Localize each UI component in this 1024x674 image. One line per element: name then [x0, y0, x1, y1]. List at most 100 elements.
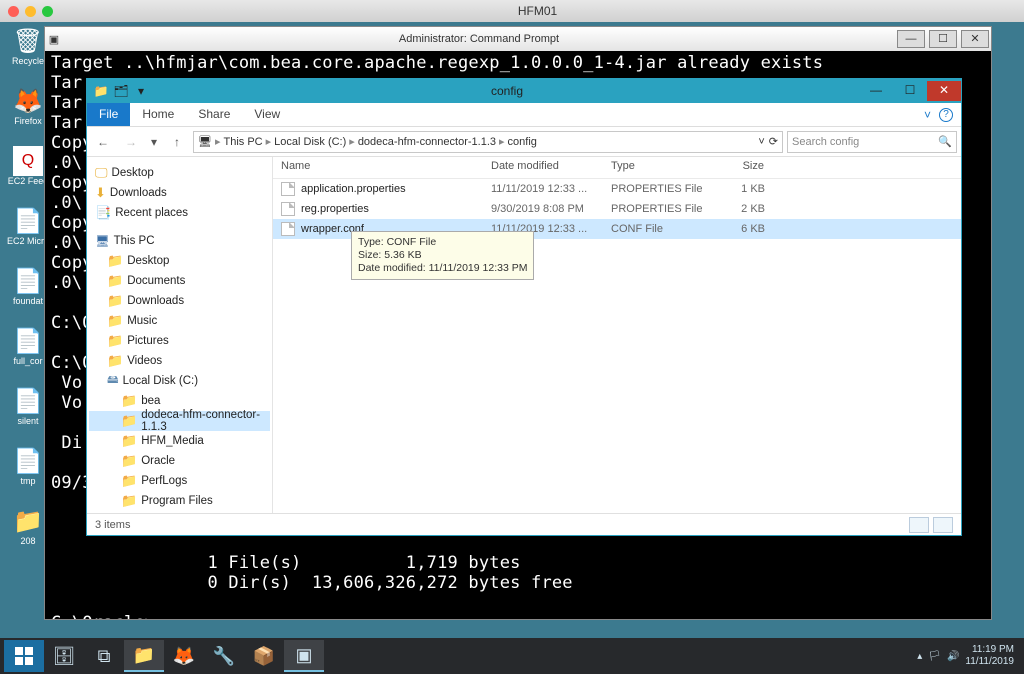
file-icon	[281, 222, 295, 236]
tree-item[interactable]: 📁Oracle	[89, 451, 270, 471]
folder-icon: 📁	[13, 506, 43, 536]
feed-icon: Q	[13, 146, 43, 176]
cmd-close-button[interactable]: ✕	[961, 30, 989, 48]
file-row[interactable]: reg.properties9/30/2019 8:08 PMPROPERTIE…	[273, 199, 961, 219]
refresh-icon[interactable]: ⟳	[769, 135, 778, 148]
tree-item[interactable]: ⬇Downloads	[89, 183, 270, 203]
task-app1[interactable]: 🔧	[204, 640, 244, 672]
ribbon: File Home Share View ˅ ?	[87, 103, 961, 127]
col-type[interactable]: Type	[603, 157, 713, 178]
tree-item[interactable]: 📁Downloads	[89, 291, 270, 311]
cmd-titlebar[interactable]: ▣ Administrator: Command Prompt — ☐ ✕	[45, 27, 991, 51]
mac-min[interactable]	[25, 6, 36, 17]
mac-max[interactable]	[42, 6, 53, 17]
system-tray[interactable]: ▴ 🏳 🔊 11:19 PM 11/11/2019	[917, 644, 1020, 668]
view-details-button[interactable]	[909, 517, 929, 533]
tree-item[interactable]: 🖵Desktop	[89, 163, 270, 183]
search-icon: 🔍	[938, 135, 952, 148]
exp-close-button[interactable]: ✕	[927, 81, 961, 101]
ribbon-expand-icon[interactable]: ˅	[924, 108, 931, 122]
tab-file[interactable]: File	[87, 103, 130, 126]
explorer-titlebar[interactable]: 📁 🗂 ▾ config — ☐ ✕	[87, 79, 961, 103]
tab-share[interactable]: Share	[186, 103, 242, 126]
task-cmd[interactable]: ▣	[284, 640, 324, 672]
nav-tree[interactable]: 🖵Desktop⬇Downloads📑Recent places 🖥This PC…	[87, 157, 273, 513]
folder-icon: 📁	[121, 393, 137, 409]
file-icon	[281, 182, 295, 196]
col-date[interactable]: Date modified	[483, 157, 603, 178]
status-text: 3 items	[95, 519, 130, 531]
nav-up-button[interactable]: ↑	[165, 130, 189, 154]
task-server-manager[interactable]: 🗄	[44, 640, 84, 672]
search-input[interactable]: Search config 🔍	[787, 131, 957, 153]
folder-icon: 📁	[107, 353, 123, 369]
view-large-button[interactable]	[933, 517, 953, 533]
desktop[interactable]: 🗑Recycle 🦊Firefox QEC2 Feed 📄EC2 Micro 📄…	[0, 22, 1024, 638]
start-button[interactable]	[4, 640, 44, 672]
qat-folder-icon[interactable]: 📁	[93, 83, 109, 99]
folder-icon: 📁	[107, 333, 123, 349]
doc-icon: 📄	[13, 326, 43, 356]
exp-min-button[interactable]: —	[859, 81, 893, 101]
tree-item[interactable]: 📁PerfLogs	[89, 471, 270, 491]
mac-titlebar: HFM01	[0, 0, 1024, 22]
tray-up-icon[interactable]: ▴	[917, 651, 922, 662]
explorer-title: config	[155, 84, 859, 98]
crumb[interactable]: Local Disk (C:)	[274, 136, 346, 148]
tab-view[interactable]: View	[242, 103, 292, 126]
file-row[interactable]: application.properties11/11/2019 12:33 .…	[273, 179, 961, 199]
status-bar: 3 items	[87, 513, 961, 535]
exp-max-button[interactable]: ☐	[893, 81, 927, 101]
folder-icon: 🖵	[95, 165, 108, 181]
col-size[interactable]: Size	[713, 157, 773, 178]
tray-flag-icon[interactable]: 🏳	[928, 651, 941, 662]
tree-item[interactable]: 📁Documents	[89, 271, 270, 291]
doc-icon: 📄	[13, 386, 43, 416]
clock[interactable]: 11:19 PM 11/11/2019	[965, 644, 1014, 668]
explorer-window[interactable]: 📁 🗂 ▾ config — ☐ ✕ File Home Share View …	[86, 78, 962, 536]
column-headers[interactable]: Name Date modified Type Size	[273, 157, 961, 179]
tree-drive[interactable]: 🖴Local Disk (C:)	[89, 371, 270, 391]
doc-icon: 📄	[13, 206, 43, 236]
nav-row: ← → ▾ ↑ 🖥 ▸ This PC▸ Local Disk (C:)▸ do…	[87, 127, 961, 157]
nav-history-dropdown[interactable]: ▾	[147, 130, 161, 154]
mac-close[interactable]	[8, 6, 19, 17]
tab-home[interactable]: Home	[130, 103, 186, 126]
folder-icon: 📁	[121, 413, 137, 429]
tree-item[interactable]: 📁Pictures	[89, 331, 270, 351]
help-icon[interactable]: ?	[939, 108, 953, 122]
tray-volume-icon[interactable]: 🔊	[947, 651, 959, 662]
folder-icon: 📁	[121, 493, 137, 509]
address-bar[interactable]: 🖥 ▸ This PC▸ Local Disk (C:)▸ dodeca-hfm…	[193, 131, 783, 153]
tree-item[interactable]: 📁Program Files	[89, 491, 270, 511]
qat-props-icon[interactable]: 🗂	[113, 83, 129, 99]
drive-icon: 🖴	[107, 372, 119, 391]
task-powershell[interactable]: ⧉	[84, 640, 124, 672]
taskbar[interactable]: 🗄 ⧉ 📁 🦊 🔧 📦 ▣ ▴ 🏳 🔊 11:19 PM 11/11/2019	[0, 638, 1024, 674]
cmd-min-button[interactable]: —	[897, 30, 925, 48]
tree-item[interactable]: 📁bea	[89, 391, 270, 411]
cmd-max-button[interactable]: ☐	[929, 30, 957, 48]
crumb[interactable]: dodeca-hfm-connector-1.1.3	[358, 136, 496, 148]
tree-item[interactable]: 📁dodeca-hfm-connector-1.1.3	[89, 411, 270, 431]
task-firefox[interactable]: 🦊	[164, 640, 204, 672]
col-name[interactable]: Name	[273, 157, 483, 178]
qat-dropdown[interactable]: ▾	[133, 83, 149, 99]
address-dropdown[interactable]: ˅	[754, 136, 768, 148]
tree-item[interactable]: 📁Music	[89, 311, 270, 331]
file-rows[interactable]: application.properties11/11/2019 12:33 .…	[273, 179, 961, 513]
folder-icon: 📁	[121, 433, 137, 449]
tree-item[interactable]: 📑Recent places	[89, 203, 270, 223]
tree-item[interactable]: 📁Desktop	[89, 251, 270, 271]
tree-item[interactable]: 📁HFM_Media	[89, 431, 270, 451]
doc-icon: 📄	[13, 266, 43, 296]
tree-thispc[interactable]: 🖥This PC	[89, 231, 270, 251]
crumb[interactable]: This PC	[224, 136, 263, 148]
task-explorer[interactable]: 📁	[124, 640, 164, 672]
nav-fwd-button[interactable]: →	[119, 130, 143, 154]
task-app2[interactable]: 📦	[244, 640, 284, 672]
folder-icon: 📑	[95, 205, 111, 221]
nav-back-button[interactable]: ←	[91, 130, 115, 154]
tree-item[interactable]: 📁Videos	[89, 351, 270, 371]
crumb[interactable]: config	[508, 136, 537, 148]
